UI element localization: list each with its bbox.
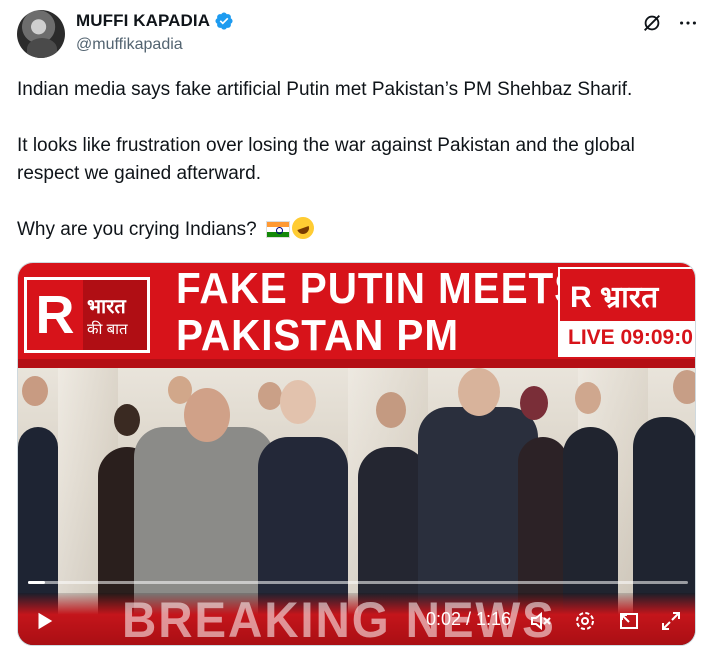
settings-icon[interactable] bbox=[572, 609, 598, 633]
tweet-line-1: Indian media says fake artificial Putin … bbox=[17, 79, 633, 100]
channel-logo-left: R भारत की बात bbox=[24, 277, 150, 353]
video-player[interactable]: R भारत की बात FAKE PUTIN MEETS PAKISTAN … bbox=[17, 262, 696, 646]
video-progress-bar[interactable] bbox=[28, 581, 688, 584]
verified-badge-icon[interactable] bbox=[214, 11, 234, 31]
mute-icon[interactable] bbox=[528, 609, 554, 633]
tweet-top-actions bbox=[641, 12, 699, 34]
user-handle[interactable]: @muffikapadia bbox=[76, 36, 234, 54]
avatar[interactable] bbox=[17, 10, 65, 58]
tweet-header: MUFFI KAPADIA @muffikapadia bbox=[76, 10, 234, 54]
channel-logo-right: R भ्रारत LIVE 09:09:0 bbox=[558, 267, 695, 357]
video-headline: FAKE PUTIN MEETS PAKISTAN PM bbox=[176, 264, 583, 360]
tweet-text: Indian media says fake artificial Putin … bbox=[17, 76, 707, 244]
fullscreen-icon[interactable] bbox=[658, 609, 684, 633]
video-progress-fill bbox=[28, 581, 46, 584]
grok-icon[interactable] bbox=[641, 12, 663, 34]
video-controls: 0:02 / 1:16 bbox=[18, 599, 695, 643]
more-icon[interactable] bbox=[677, 12, 699, 34]
india-flag-icon bbox=[266, 221, 291, 238]
video-time: 0:02 / 1:16 bbox=[426, 609, 512, 629]
tweet-line-2: It looks like frustration over losing th… bbox=[17, 135, 635, 184]
picture-in-picture-icon[interactable] bbox=[616, 609, 642, 633]
play-icon[interactable] bbox=[32, 609, 56, 633]
live-clock: LIVE 09:09:0 bbox=[560, 321, 695, 355]
rolling-laughing-face-icon bbox=[288, 213, 318, 243]
news-banner: R भारत की बात FAKE PUTIN MEETS PAKISTAN … bbox=[18, 263, 695, 368]
display-name[interactable]: MUFFI KAPADIA bbox=[76, 11, 210, 31]
tweet-line-3: Why are you crying Indians? bbox=[17, 213, 707, 244]
